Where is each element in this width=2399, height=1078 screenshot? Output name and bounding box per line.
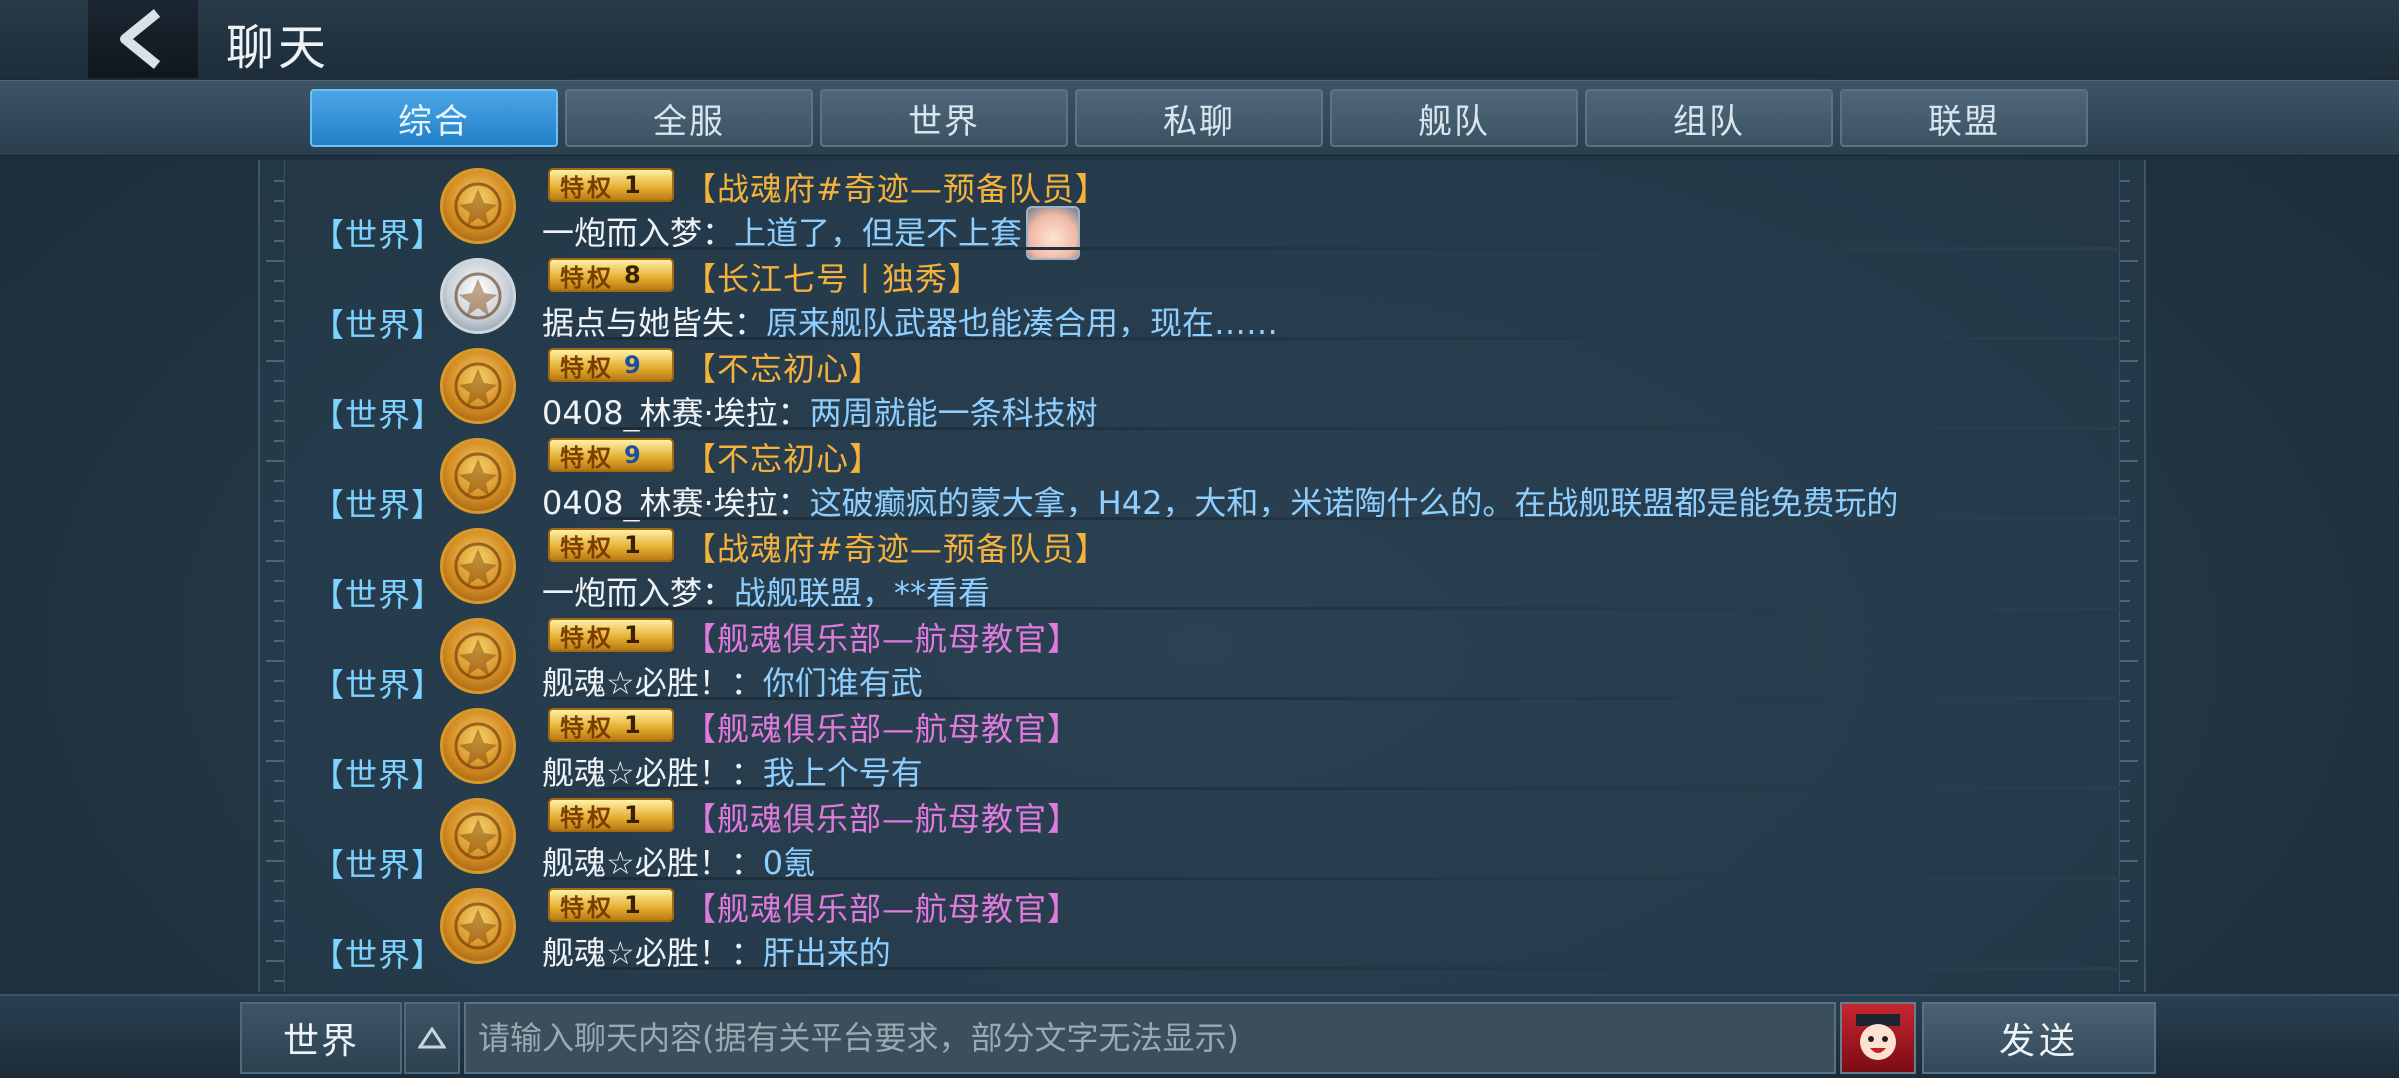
- vip-badge-label: 特权: [560, 713, 614, 742]
- chat-message-list[interactable]: 【世界】 特权 1 【战魂府#奇迹—预备队员】 一炮而入梦：上道了，但是不上套 【世界】特…: [258, 160, 2146, 992]
- guild-title[interactable]: 【舰魂俱乐部—航母教官】: [684, 884, 1080, 930]
- avatar[interactable]: [440, 798, 516, 874]
- vip-badge: 特权 9: [548, 438, 674, 472]
- row-divider: [600, 967, 2120, 970]
- avatar[interactable]: [440, 348, 516, 424]
- back-chevron-icon: [120, 9, 161, 69]
- chat-message-row[interactable]: 【世界】 特权 9 【不忘初心】 0408_林赛·埃拉：两周就能一条科技树: [260, 340, 2144, 434]
- emoji-button[interactable]: [1840, 1002, 1916, 1074]
- top-bar: 聊天: [0, 0, 2399, 78]
- avatar[interactable]: [440, 438, 516, 514]
- vip-badge-label: 特权: [560, 353, 614, 382]
- tab-world[interactable]: 世界: [820, 89, 1068, 147]
- guild-title[interactable]: 【长江七号丨独秀】: [684, 254, 981, 300]
- tab-team[interactable]: 组队: [1585, 89, 1833, 147]
- avatar[interactable]: [440, 708, 516, 784]
- rank-emblem-icon: [454, 272, 502, 320]
- channel-select-toggle[interactable]: [404, 1002, 460, 1074]
- vip-badge: 特权 1: [548, 618, 674, 652]
- vip-level: 1: [624, 801, 644, 829]
- rank-emblem-icon: [454, 722, 502, 770]
- guild-title[interactable]: 【舰魂俱乐部—航母教官】: [684, 614, 1080, 660]
- vip-level: 8: [624, 261, 644, 289]
- avatar[interactable]: [440, 168, 516, 244]
- chat-message-row[interactable]: 【世界】 特权 9 【不忘初心】 0408_林赛·埃拉：这破癫疯的蒙大拿，H42，大和，…: [260, 430, 2144, 524]
- guild-title[interactable]: 【不忘初心】: [684, 434, 882, 480]
- vip-badge-label: 特权: [560, 533, 614, 562]
- vip-level: 9: [624, 441, 644, 469]
- vip-badge: 特权 1: [548, 708, 674, 742]
- guild-title[interactable]: 【舰魂俱乐部—航母教官】: [684, 794, 1080, 840]
- triangle-up-icon: [418, 1027, 446, 1049]
- avatar[interactable]: [440, 528, 516, 604]
- vip-badge: 特权 1: [548, 528, 674, 562]
- vip-badge: 特权 1: [548, 798, 674, 832]
- chat-message-row[interactable]: 【世界】 特权 1 【舰魂俱乐部—航母教官】 舰魂☆必胜！：我上个号有: [260, 700, 2144, 794]
- vip-level: 1: [624, 711, 644, 739]
- guild-title[interactable]: 【舰魂俱乐部—航母教官】: [684, 704, 1080, 750]
- vip-level: 1: [624, 171, 644, 199]
- tab-fleet[interactable]: 舰队: [1330, 89, 1578, 147]
- rank-emblem-icon: [454, 542, 502, 590]
- vip-badge-label: 特权: [560, 803, 614, 832]
- rank-emblem-icon: [454, 362, 502, 410]
- vip-badge-label: 特权: [560, 173, 614, 202]
- tab-private[interactable]: 私聊: [1075, 89, 1323, 147]
- tab-alliance[interactable]: 联盟: [1840, 89, 2088, 147]
- tab-all-server[interactable]: 全服: [565, 89, 813, 147]
- emoji-face-icon: [1856, 1014, 1900, 1060]
- channel-tabs: 综合 全服 世界 私聊 舰队 组队 联盟: [0, 80, 2399, 156]
- vip-level: 9: [624, 351, 644, 379]
- chat-message-row[interactable]: 【世界】 特权 1 【舰魂俱乐部—航母教官】 舰魂☆必胜！：0氪: [260, 790, 2144, 884]
- vip-badge: 特权 1: [548, 168, 674, 202]
- avatar[interactable]: [440, 618, 516, 694]
- chat-input[interactable]: [464, 1002, 1836, 1074]
- chat-message-row[interactable]: 【世界】 特权 1 【舰魂俱乐部—航母教官】 舰魂☆必胜！：你们谁有武: [260, 610, 2144, 704]
- vip-badge: 特权 9: [548, 348, 674, 382]
- rank-emblem-icon: [454, 812, 502, 860]
- tab-general[interactable]: 综合: [310, 89, 558, 147]
- guild-title[interactable]: 【不忘初心】: [684, 344, 882, 390]
- rank-emblem-icon: [454, 182, 502, 230]
- chat-message-row[interactable]: 【世界】 特权 1 【战魂府#奇迹—预备队员】 一炮而入梦：战舰联盟，**看看: [260, 520, 2144, 614]
- vip-badge-label: 特权: [560, 443, 614, 472]
- vip-badge: 特权 8: [548, 258, 674, 292]
- back-button[interactable]: [88, 0, 198, 78]
- page-title: 聊天: [226, 20, 331, 76]
- chat-message-row[interactable]: 【世界】 特权 1 【战魂府#奇迹—预备队员】 一炮而入梦：上道了，但是不上套: [260, 160, 2144, 260]
- send-button[interactable]: 发送: [1922, 1002, 2156, 1074]
- ruler-tick: [2120, 980, 2130, 982]
- chat-message-row[interactable]: 【世界】 特权 8 【长江七号丨独秀】 据点与她皆失：原来舰队武器也能凑合用，现在……: [260, 250, 2144, 344]
- channel-select[interactable]: 世界: [240, 1002, 402, 1074]
- avatar[interactable]: [440, 888, 516, 964]
- rank-emblem-icon: [454, 902, 502, 950]
- vip-level: 1: [624, 891, 644, 919]
- input-bar: 世界 发送: [0, 994, 2399, 1078]
- vip-badge-label: 特权: [560, 893, 614, 922]
- ruler-tick: [274, 980, 284, 982]
- guild-title[interactable]: 【战魂府#奇迹—预备队员】: [684, 524, 1108, 570]
- chat-message-row[interactable]: 【世界】 特权 1 【舰魂俱乐部—航母教官】 舰魂☆必胜！：肝出来的: [260, 880, 2144, 974]
- vip-badge: 特权 1: [548, 888, 674, 922]
- guild-title[interactable]: 【战魂府#奇迹—预备队员】: [684, 164, 1108, 210]
- rank-emblem-icon: [454, 452, 502, 500]
- vip-badge-label: 特权: [560, 623, 614, 652]
- rank-emblem-icon: [454, 632, 502, 680]
- avatar[interactable]: [440, 258, 516, 334]
- channel-label: 【世界】: [312, 936, 445, 974]
- vip-level: 1: [624, 531, 644, 559]
- vip-level: 1: [624, 621, 644, 649]
- vip-badge-label: 特权: [560, 263, 614, 292]
